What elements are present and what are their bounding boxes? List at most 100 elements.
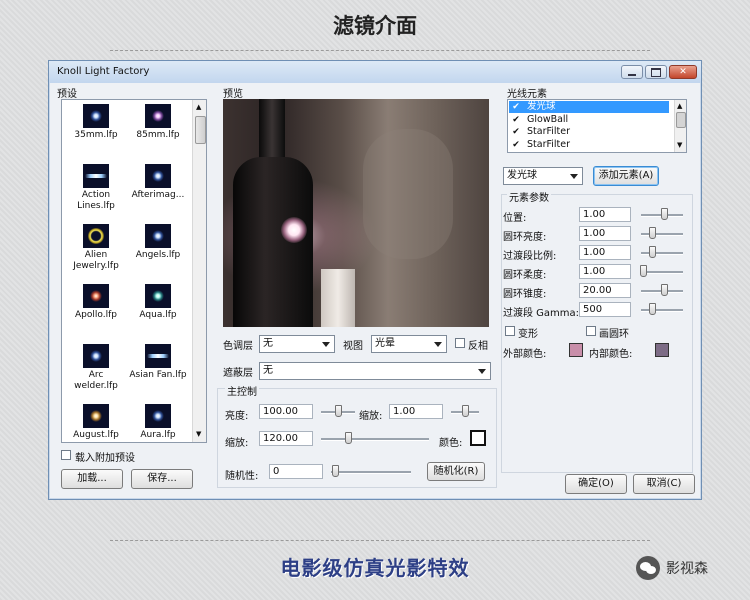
maximize-button[interactable] bbox=[645, 65, 667, 79]
scroll-up-icon[interactable]: ▲ bbox=[196, 103, 201, 111]
save-button[interactable]: 保存... bbox=[131, 469, 193, 489]
preset-item[interactable]: Afterimag... bbox=[128, 164, 188, 201]
scroll-down-icon[interactable]: ▼ bbox=[677, 141, 682, 149]
preset-item[interactable]: Asian Fan.lfp bbox=[128, 344, 188, 381]
preset-name: August.lfp bbox=[73, 430, 119, 440]
param-slider[interactable] bbox=[661, 208, 669, 220]
preset-item[interactable]: 85mm.lfp bbox=[128, 104, 188, 141]
brightness-slider[interactable] bbox=[335, 405, 342, 417]
flare-icon bbox=[83, 404, 109, 428]
close-button[interactable]: ✕ bbox=[669, 65, 697, 79]
param-track bbox=[641, 271, 683, 274]
light-element-item[interactable]: ✔ StarFilter bbox=[509, 139, 669, 151]
preset-item[interactable]: Arc welder.lfp bbox=[66, 344, 126, 392]
cancel-button[interactable]: 取消(C) bbox=[633, 474, 695, 494]
load-extra-checkbox[interactable] bbox=[61, 450, 71, 460]
param-input[interactable]: 20.00 bbox=[579, 283, 631, 298]
preset-item[interactable]: Aura.lfp bbox=[128, 404, 188, 441]
preset-item[interactable]: Angels.lfp bbox=[128, 224, 188, 261]
window-title: Knoll Light Factory bbox=[57, 66, 150, 77]
light-element-name: 发光球 bbox=[527, 101, 556, 112]
preview-label: 预览 bbox=[223, 89, 243, 100]
scale1-input[interactable]: 1.00 bbox=[389, 404, 443, 419]
tone-layer-value: 无 bbox=[263, 338, 273, 349]
view-select[interactable]: 光晕 bbox=[371, 335, 447, 353]
preset-item[interactable]: 35mm.lfp bbox=[66, 104, 126, 141]
param-label: 过渡段比例: bbox=[503, 251, 557, 262]
param-input[interactable]: 1.00 bbox=[579, 226, 631, 241]
light-element-item[interactable]: ✔ GlowBall bbox=[509, 114, 669, 126]
scroll-up-icon[interactable]: ▲ bbox=[677, 102, 682, 110]
param-label: 位置: bbox=[503, 213, 527, 224]
check-icon[interactable]: ✔ bbox=[511, 101, 521, 113]
scale1-slider[interactable] bbox=[462, 405, 469, 417]
preset-item[interactable]: Apollo.lfp bbox=[66, 284, 126, 321]
random-slider[interactable] bbox=[332, 465, 339, 477]
scroll-down-icon[interactable]: ▼ bbox=[196, 430, 201, 438]
chevron-down-icon bbox=[478, 369, 486, 374]
random-track bbox=[331, 471, 411, 474]
param-slider[interactable] bbox=[648, 303, 656, 315]
param-input[interactable]: 500 bbox=[579, 302, 631, 317]
param-label: 圆环锥度: bbox=[503, 289, 547, 300]
param-slider[interactable] bbox=[661, 284, 669, 296]
close-icon: ✕ bbox=[679, 66, 687, 77]
preset-name: Aura.lfp bbox=[140, 430, 176, 440]
randomize-button[interactable]: 随机化(R) bbox=[427, 462, 485, 481]
minimize-icon bbox=[622, 66, 642, 78]
param-input[interactable]: 1.00 bbox=[579, 245, 631, 260]
check-icon[interactable]: ✔ bbox=[511, 139, 521, 151]
view-label: 视图 bbox=[343, 341, 363, 352]
color-swatch[interactable] bbox=[470, 430, 486, 446]
flare-icon bbox=[145, 344, 171, 368]
preset-item[interactable]: August.lfp bbox=[66, 404, 126, 441]
random-input[interactable]: 0 bbox=[269, 464, 323, 479]
param-input[interactable]: 1.00 bbox=[579, 207, 631, 222]
inner-color-swatch[interactable] bbox=[655, 343, 669, 357]
flare-icon bbox=[145, 404, 171, 428]
divider bbox=[110, 540, 650, 541]
master-control-label: 主控制 bbox=[225, 383, 259, 398]
light-elements-list[interactable]: ✔ 发光球 ✔ GlowBall ✔ StarFilter ✔ StarFilter ▲ ▼ bbox=[507, 99, 687, 153]
flare-icon bbox=[145, 284, 171, 308]
light-element-item[interactable]: ✔ StarFilter bbox=[509, 126, 669, 138]
load-button[interactable]: 加载... bbox=[61, 469, 123, 489]
light-element-item[interactable]: ✔ 发光球 bbox=[509, 101, 669, 113]
param-slider[interactable] bbox=[640, 265, 648, 277]
scale2-input[interactable]: 120.00 bbox=[259, 431, 313, 446]
brightness-label: 亮度: bbox=[225, 411, 249, 422]
minimize-button[interactable] bbox=[621, 65, 643, 79]
scroll-thumb[interactable] bbox=[676, 112, 686, 128]
presets-scrollbar[interactable]: ▲ ▼ bbox=[192, 100, 206, 442]
mask-layer-select[interactable]: 无 bbox=[259, 362, 491, 380]
presets-list[interactable]: 35mm.lfp 85mm.lfp Action Lines.lfp Afterima… bbox=[61, 99, 207, 443]
preset-item[interactable]: Aqua.lfp bbox=[128, 284, 188, 321]
preset-item[interactable]: Alien Jewelry.lfp bbox=[66, 224, 126, 272]
preset-name: Angels.lfp bbox=[135, 250, 181, 260]
param-input[interactable]: 1.00 bbox=[579, 264, 631, 279]
preset-item[interactable]: Action Lines.lfp bbox=[66, 164, 126, 212]
elements-scrollbar[interactable]: ▲ ▼ bbox=[674, 100, 686, 152]
outer-color-swatch[interactable] bbox=[569, 343, 583, 357]
ok-button[interactable]: 确定(O) bbox=[565, 474, 627, 494]
flare-icon bbox=[145, 104, 171, 128]
flare-icon bbox=[83, 284, 109, 308]
check-icon[interactable]: ✔ bbox=[511, 114, 521, 126]
element-type-select[interactable]: 发光球 bbox=[503, 167, 583, 185]
load-extra-label: 载入附加预设 bbox=[75, 453, 135, 464]
scale2-slider[interactable] bbox=[345, 432, 352, 444]
deform-checkbox[interactable] bbox=[505, 326, 515, 336]
check-icon[interactable]: ✔ bbox=[511, 126, 521, 138]
add-element-button[interactable]: 添加元素(A) bbox=[593, 166, 659, 186]
title-bar[interactable]: Knoll Light Factory ✕ bbox=[49, 61, 701, 83]
tone-layer-select[interactable]: 无 bbox=[259, 335, 335, 353]
preview-image[interactable] bbox=[223, 99, 489, 327]
preset-name: 35mm.lfp bbox=[74, 130, 118, 140]
param-slider[interactable] bbox=[648, 227, 656, 239]
invert-checkbox[interactable] bbox=[455, 338, 465, 348]
brightness-input[interactable]: 100.00 bbox=[259, 404, 313, 419]
flare-icon bbox=[83, 104, 109, 128]
scroll-thumb[interactable] bbox=[195, 116, 206, 144]
param-slider[interactable] bbox=[648, 246, 656, 258]
draw-ring-checkbox[interactable] bbox=[586, 326, 596, 336]
